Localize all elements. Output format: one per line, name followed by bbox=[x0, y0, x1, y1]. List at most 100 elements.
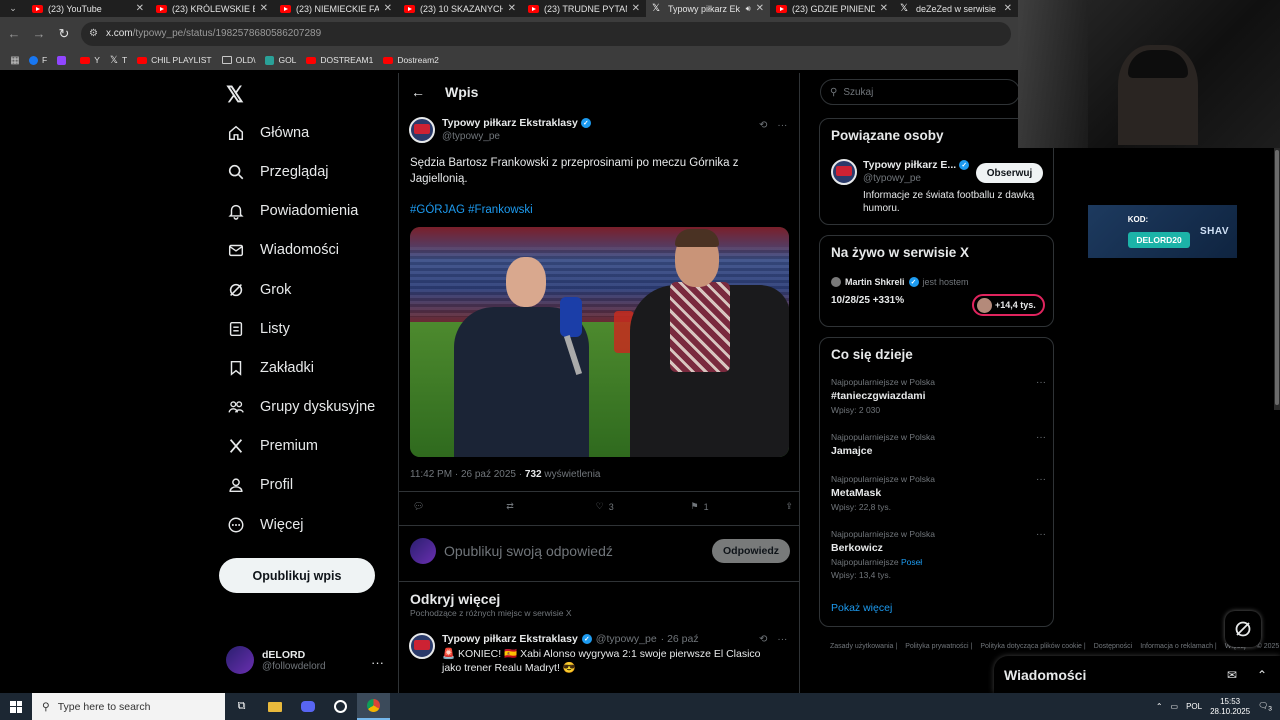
nav-przeglądaj[interactable]: Przeglądaj bbox=[226, 160, 329, 184]
bookmark-item[interactable]: GOL bbox=[260, 55, 301, 65]
grok-explain-icon[interactable]: ⟲ bbox=[759, 634, 767, 645]
repost-action[interactable]: ⇄ bbox=[506, 501, 519, 512]
nav-zakładki[interactable]: Zakładki bbox=[226, 356, 314, 380]
tweet-author-handle[interactable]: @typowy_pe bbox=[442, 131, 591, 142]
tray-expand-icon[interactable]: ⌃ bbox=[1156, 702, 1163, 711]
footer-link[interactable]: Polityka prywatności | bbox=[905, 643, 972, 650]
bookmark-item[interactable]: CHIL PLAYLIST bbox=[132, 55, 216, 65]
browser-tab[interactable]: (23) 10 SKAZANYCH ✕ bbox=[398, 0, 522, 17]
back-arrow-icon[interactable]: ← bbox=[411, 84, 425, 100]
footer-link[interactable]: Dostępności bbox=[1094, 643, 1133, 650]
bookmark-item[interactable]: Y bbox=[75, 55, 105, 65]
nav-premium[interactable]: Premium bbox=[226, 434, 318, 458]
language-indicator[interactable]: POL bbox=[1186, 702, 1202, 711]
apps-grid-icon[interactable]: ▦ bbox=[6, 55, 24, 66]
trend-more-icon[interactable]: ··· bbox=[1036, 432, 1046, 443]
chrome-icon[interactable] bbox=[357, 693, 390, 720]
back-button[interactable]: ← bbox=[3, 23, 25, 45]
discord-icon[interactable] bbox=[291, 693, 324, 720]
notifications-icon[interactable]: 🗨︎3 bbox=[1258, 701, 1272, 713]
grok-floating-button[interactable] bbox=[1225, 611, 1261, 647]
browser-tab[interactable]: (23) GDZIE PINIENDZ ✕ bbox=[770, 0, 894, 17]
post-button[interactable]: Opublikuj wpis bbox=[219, 558, 375, 593]
nav-wiadomości[interactable]: Wiadomości bbox=[226, 238, 339, 262]
nav-więcej[interactable]: Więcej bbox=[226, 513, 304, 537]
close-icon[interactable]: ✕ bbox=[136, 3, 144, 14]
nav-powiadomienia[interactable]: Powiadomienia bbox=[226, 199, 358, 223]
bookmark-item[interactable]: F bbox=[24, 55, 52, 65]
search-input[interactable]: ⚲ Szukaj bbox=[820, 79, 1020, 105]
tweet-author-handle[interactable]: @typowy_pe bbox=[596, 633, 657, 645]
trend-item[interactable]: Najpopularniejsze w Polska MetaMask ··· Wpi… bbox=[831, 474, 1046, 512]
taskbar-search[interactable]: ⚲ Type here to search bbox=[32, 693, 225, 720]
tweet-author-name[interactable]: Typowy piłkarz Ekstraklasy bbox=[442, 117, 578, 129]
footer-link[interactable]: Informacja o reklamach | bbox=[1140, 643, 1217, 650]
trend-context-link[interactable]: Poseł bbox=[901, 557, 922, 567]
tweet-author-avatar[interactable] bbox=[409, 117, 435, 143]
trend-more-icon[interactable]: ··· bbox=[1036, 529, 1046, 540]
reply-input[interactable]: Opublikuj swoją odpowiedź bbox=[444, 543, 704, 559]
close-icon[interactable]: ✕ bbox=[756, 3, 764, 14]
new-message-icon[interactable]: ✉ bbox=[1220, 668, 1244, 682]
bookmark-item[interactable]: DOSTREAM1 bbox=[301, 55, 378, 65]
close-icon[interactable]: ✕ bbox=[880, 3, 888, 14]
tweet-more-icon[interactable]: ··· bbox=[777, 634, 787, 645]
browser-tab[interactable]: (23) TRUDNE PYTANI ✕ bbox=[522, 0, 646, 17]
follow-button[interactable]: Obserwuj bbox=[976, 163, 1043, 183]
tweet-timestamp[interactable]: 11:42 PM · 26 paź 2025 · bbox=[410, 469, 525, 480]
tweet-more-icon[interactable]: ··· bbox=[777, 120, 787, 131]
live-listeners-badge[interactable]: +14,4 tys. bbox=[972, 294, 1045, 316]
footer-link[interactable]: Polityka dotycząca plików cookie | bbox=[980, 643, 1085, 650]
bookmark-item[interactable]: 𝕏T bbox=[105, 55, 132, 66]
trend-more-icon[interactable]: ··· bbox=[1036, 377, 1046, 388]
task-view-icon[interactable]: ⧉ bbox=[225, 693, 258, 720]
messages-drawer[interactable]: Wiadomości ✉ ⌃ bbox=[994, 656, 1280, 693]
close-icon[interactable]: ✕ bbox=[1004, 3, 1012, 14]
browser-tab[interactable]: (23) YouTube ✕ bbox=[26, 0, 150, 17]
bookmark-item[interactable] bbox=[52, 55, 75, 65]
tweet-date[interactable]: · 26 paź bbox=[661, 633, 699, 645]
reply-button[interactable]: Odpowiedz bbox=[712, 539, 790, 563]
nav-grok[interactable]: Grok bbox=[226, 278, 291, 302]
obs-icon[interactable] bbox=[324, 693, 357, 720]
tab-search-button[interactable]: ⌄ bbox=[0, 0, 26, 17]
bookmark-action[interactable]: ⚑ 1 bbox=[691, 501, 709, 512]
suggested-tweet[interactable]: Typowy piłkarz Ekstraklasy ✓ @typowy_pe … bbox=[409, 633, 789, 675]
close-icon[interactable]: ✕ bbox=[260, 3, 268, 14]
reply-action[interactable]: 💬︎ bbox=[413, 501, 429, 512]
account-more-icon[interactable]: ··· bbox=[371, 655, 384, 670]
nav-główna[interactable]: Główna bbox=[226, 121, 309, 145]
file-explorer-icon[interactable] bbox=[258, 693, 291, 720]
scrollbar-thumb[interactable] bbox=[1275, 150, 1279, 405]
trend-item[interactable]: Najpopularniejsze w Polska Berkowicz ··· Na… bbox=[831, 529, 1046, 580]
trend-more-icon[interactable]: ··· bbox=[1036, 474, 1046, 485]
browser-tab[interactable]: (23) NIEMIECKIE FABR ✕ bbox=[274, 0, 398, 17]
related-name[interactable]: Typowy piłkarz E... bbox=[863, 159, 956, 171]
browser-tab[interactable]: 𝕏deZeZed w serwisie X ✕ bbox=[894, 0, 1018, 17]
tweet-hashtags[interactable]: #GÓRJAG #Frankowski bbox=[410, 204, 533, 216]
like-action[interactable]: ♡ 3 bbox=[596, 501, 614, 512]
tweet-author-name[interactable]: Typowy piłkarz Ekstraklasy bbox=[442, 633, 578, 645]
share-action[interactable]: ⇪ bbox=[785, 501, 793, 512]
close-icon[interactable]: ✕ bbox=[384, 3, 392, 14]
trend-item[interactable]: Najpopularniejsze w Polska Jamajce ··· bbox=[831, 432, 1046, 457]
browser-tab[interactable]: 𝕏 Typowy piłkarz Ek 🔊︎ ✕ bbox=[646, 0, 770, 17]
x-logo-icon[interactable]: 𝕏 bbox=[226, 82, 244, 108]
live-card[interactable]: Na żywo w serwisie X Martin Shkreli ✓ je… bbox=[819, 235, 1054, 327]
speaker-icon[interactable]: 🔊︎ bbox=[746, 4, 751, 14]
nav-profil[interactable]: Profil bbox=[226, 473, 293, 497]
browser-tab[interactable]: (23) KRÓLEWSKIE EL ✕ bbox=[150, 0, 274, 17]
close-icon[interactable]: ✕ bbox=[508, 3, 516, 14]
start-button[interactable] bbox=[0, 693, 32, 720]
site-info-icon[interactable]: ⚙ bbox=[89, 28, 98, 39]
close-icon[interactable]: ✕ bbox=[632, 3, 640, 14]
reload-button[interactable]: ↻ bbox=[53, 23, 75, 45]
trend-item[interactable]: Najpopularniejsze w Polska #tanieczgwiazd… bbox=[831, 377, 1046, 415]
clock[interactable]: 15:53 28.10.2025 bbox=[1210, 697, 1250, 717]
bookmark-item[interactable]: OLD\ bbox=[217, 55, 261, 65]
address-bar[interactable]: ⚙ x.com/typowy_pe/status/198257868058620… bbox=[81, 21, 1011, 46]
grok-explain-icon[interactable]: ⟲ bbox=[759, 120, 767, 131]
related-avatar[interactable] bbox=[831, 159, 857, 185]
tweet-author-avatar[interactable] bbox=[409, 633, 435, 659]
related-handle[interactable]: @typowy_pe bbox=[863, 173, 973, 184]
